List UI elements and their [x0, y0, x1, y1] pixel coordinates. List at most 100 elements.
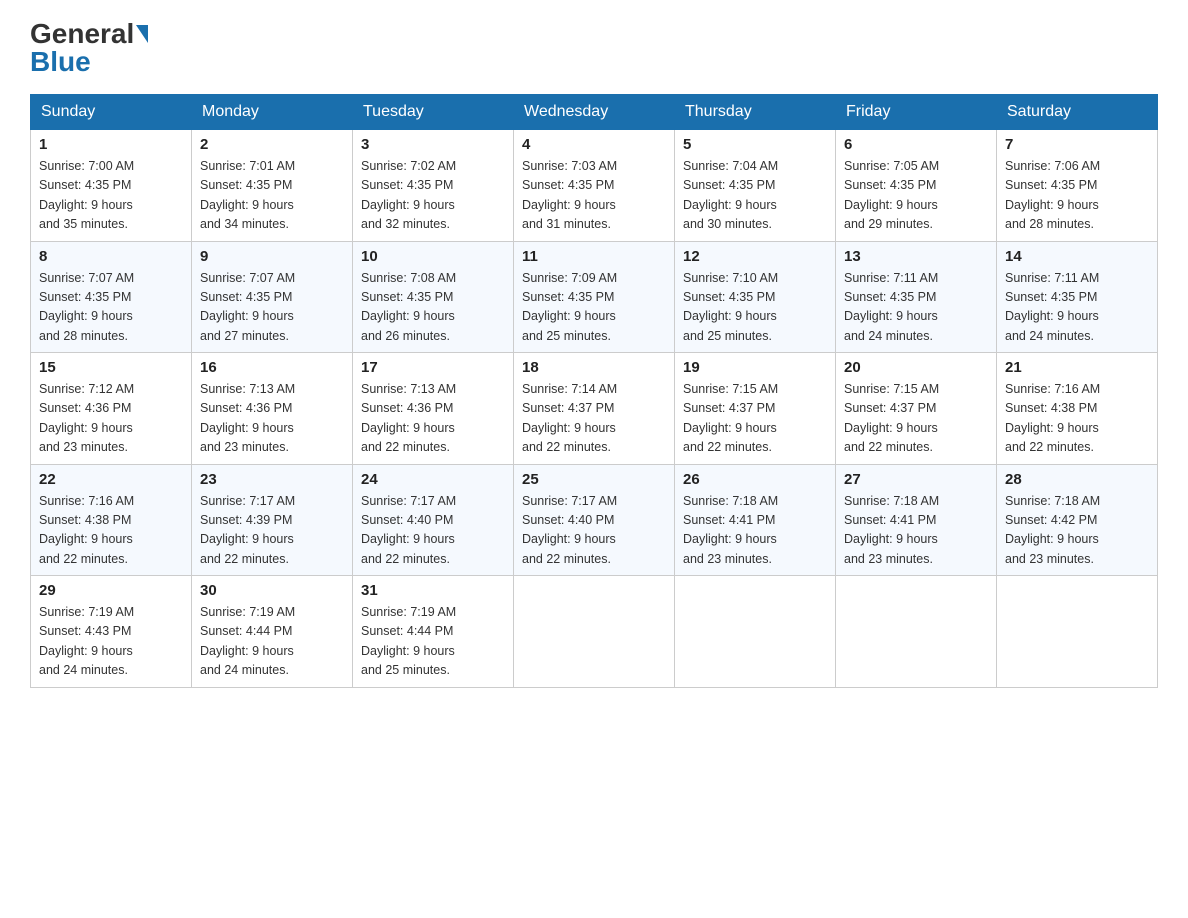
day-info: Sunrise: 7:19 AMSunset: 4:44 PMDaylight:…	[200, 603, 344, 681]
logo: General Blue	[30, 20, 148, 76]
day-info: Sunrise: 7:16 AMSunset: 4:38 PMDaylight:…	[39, 492, 183, 570]
calendar-cell: 20 Sunrise: 7:15 AMSunset: 4:37 PMDaylig…	[836, 353, 997, 465]
day-info: Sunrise: 7:19 AMSunset: 4:43 PMDaylight:…	[39, 603, 183, 681]
calendar-cell: 11 Sunrise: 7:09 AMSunset: 4:35 PMDaylig…	[514, 241, 675, 353]
calendar-cell: 28 Sunrise: 7:18 AMSunset: 4:42 PMDaylig…	[997, 464, 1158, 576]
day-info: Sunrise: 7:18 AMSunset: 4:41 PMDaylight:…	[683, 492, 827, 570]
day-number: 5	[683, 136, 827, 153]
calendar-cell: 30 Sunrise: 7:19 AMSunset: 4:44 PMDaylig…	[192, 576, 353, 688]
day-info: Sunrise: 7:02 AMSunset: 4:35 PMDaylight:…	[361, 157, 505, 235]
calendar-cell: 15 Sunrise: 7:12 AMSunset: 4:36 PMDaylig…	[31, 353, 192, 465]
day-number: 9	[200, 248, 344, 265]
day-info: Sunrise: 7:17 AMSunset: 4:40 PMDaylight:…	[361, 492, 505, 570]
day-info: Sunrise: 7:11 AMSunset: 4:35 PMDaylight:…	[1005, 269, 1149, 347]
calendar-cell: 27 Sunrise: 7:18 AMSunset: 4:41 PMDaylig…	[836, 464, 997, 576]
day-number: 30	[200, 582, 344, 599]
calendar-cell: 4 Sunrise: 7:03 AMSunset: 4:35 PMDayligh…	[514, 130, 675, 242]
calendar-cell: 17 Sunrise: 7:13 AMSunset: 4:36 PMDaylig…	[353, 353, 514, 465]
day-info: Sunrise: 7:07 AMSunset: 4:35 PMDaylight:…	[39, 269, 183, 347]
calendar-cell: 14 Sunrise: 7:11 AMSunset: 4:35 PMDaylig…	[997, 241, 1158, 353]
calendar-cell: 25 Sunrise: 7:17 AMSunset: 4:40 PMDaylig…	[514, 464, 675, 576]
calendar-cell: 5 Sunrise: 7:04 AMSunset: 4:35 PMDayligh…	[675, 130, 836, 242]
day-info: Sunrise: 7:00 AMSunset: 4:35 PMDaylight:…	[39, 157, 183, 235]
day-info: Sunrise: 7:12 AMSunset: 4:36 PMDaylight:…	[39, 380, 183, 458]
day-number: 15	[39, 359, 183, 376]
calendar-week-row: 8 Sunrise: 7:07 AMSunset: 4:35 PMDayligh…	[31, 241, 1158, 353]
calendar-cell: 10 Sunrise: 7:08 AMSunset: 4:35 PMDaylig…	[353, 241, 514, 353]
calendar-cell: 3 Sunrise: 7:02 AMSunset: 4:35 PMDayligh…	[353, 130, 514, 242]
calendar-cell: 8 Sunrise: 7:07 AMSunset: 4:35 PMDayligh…	[31, 241, 192, 353]
calendar-week-row: 15 Sunrise: 7:12 AMSunset: 4:36 PMDaylig…	[31, 353, 1158, 465]
day-info: Sunrise: 7:13 AMSunset: 4:36 PMDaylight:…	[361, 380, 505, 458]
day-number: 8	[39, 248, 183, 265]
day-info: Sunrise: 7:17 AMSunset: 4:39 PMDaylight:…	[200, 492, 344, 570]
calendar-cell: 7 Sunrise: 7:06 AMSunset: 4:35 PMDayligh…	[997, 130, 1158, 242]
calendar-cell: 26 Sunrise: 7:18 AMSunset: 4:41 PMDaylig…	[675, 464, 836, 576]
day-number: 1	[39, 136, 183, 153]
calendar-cell: 9 Sunrise: 7:07 AMSunset: 4:35 PMDayligh…	[192, 241, 353, 353]
day-info: Sunrise: 7:04 AMSunset: 4:35 PMDaylight:…	[683, 157, 827, 235]
calendar-week-row: 29 Sunrise: 7:19 AMSunset: 4:43 PMDaylig…	[31, 576, 1158, 688]
day-number: 13	[844, 248, 988, 265]
calendar-cell	[514, 576, 675, 688]
day-info: Sunrise: 7:13 AMSunset: 4:36 PMDaylight:…	[200, 380, 344, 458]
day-number: 23	[200, 471, 344, 488]
day-number: 19	[683, 359, 827, 376]
calendar-cell: 19 Sunrise: 7:15 AMSunset: 4:37 PMDaylig…	[675, 353, 836, 465]
calendar-cell: 18 Sunrise: 7:14 AMSunset: 4:37 PMDaylig…	[514, 353, 675, 465]
calendar-cell: 31 Sunrise: 7:19 AMSunset: 4:44 PMDaylig…	[353, 576, 514, 688]
day-number: 20	[844, 359, 988, 376]
calendar-cell: 21 Sunrise: 7:16 AMSunset: 4:38 PMDaylig…	[997, 353, 1158, 465]
day-number: 2	[200, 136, 344, 153]
day-info: Sunrise: 7:08 AMSunset: 4:35 PMDaylight:…	[361, 269, 505, 347]
day-info: Sunrise: 7:17 AMSunset: 4:40 PMDaylight:…	[522, 492, 666, 570]
calendar-cell: 29 Sunrise: 7:19 AMSunset: 4:43 PMDaylig…	[31, 576, 192, 688]
day-info: Sunrise: 7:11 AMSunset: 4:35 PMDaylight:…	[844, 269, 988, 347]
day-number: 31	[361, 582, 505, 599]
day-info: Sunrise: 7:03 AMSunset: 4:35 PMDaylight:…	[522, 157, 666, 235]
calendar-cell: 13 Sunrise: 7:11 AMSunset: 4:35 PMDaylig…	[836, 241, 997, 353]
calendar-cell: 1 Sunrise: 7:00 AMSunset: 4:35 PMDayligh…	[31, 130, 192, 242]
day-info: Sunrise: 7:15 AMSunset: 4:37 PMDaylight:…	[844, 380, 988, 458]
calendar-week-row: 1 Sunrise: 7:00 AMSunset: 4:35 PMDayligh…	[31, 130, 1158, 242]
day-number: 10	[361, 248, 505, 265]
day-info: Sunrise: 7:07 AMSunset: 4:35 PMDaylight:…	[200, 269, 344, 347]
day-number: 28	[1005, 471, 1149, 488]
day-number: 22	[39, 471, 183, 488]
column-header-wednesday: Wednesday	[514, 95, 675, 130]
day-info: Sunrise: 7:18 AMSunset: 4:42 PMDaylight:…	[1005, 492, 1149, 570]
day-info: Sunrise: 7:16 AMSunset: 4:38 PMDaylight:…	[1005, 380, 1149, 458]
column-header-monday: Monday	[192, 95, 353, 130]
day-number: 7	[1005, 136, 1149, 153]
day-info: Sunrise: 7:06 AMSunset: 4:35 PMDaylight:…	[1005, 157, 1149, 235]
calendar-cell: 22 Sunrise: 7:16 AMSunset: 4:38 PMDaylig…	[31, 464, 192, 576]
calendar-cell: 6 Sunrise: 7:05 AMSunset: 4:35 PMDayligh…	[836, 130, 997, 242]
day-info: Sunrise: 7:05 AMSunset: 4:35 PMDaylight:…	[844, 157, 988, 235]
day-number: 17	[361, 359, 505, 376]
calendar-table: SundayMondayTuesdayWednesdayThursdayFrid…	[30, 94, 1158, 688]
column-header-thursday: Thursday	[675, 95, 836, 130]
day-info: Sunrise: 7:14 AMSunset: 4:37 PMDaylight:…	[522, 380, 666, 458]
logo-triangle-icon	[136, 25, 148, 43]
day-number: 14	[1005, 248, 1149, 265]
day-info: Sunrise: 7:01 AMSunset: 4:35 PMDaylight:…	[200, 157, 344, 235]
day-info: Sunrise: 7:18 AMSunset: 4:41 PMDaylight:…	[844, 492, 988, 570]
day-number: 3	[361, 136, 505, 153]
calendar-cell: 12 Sunrise: 7:10 AMSunset: 4:35 PMDaylig…	[675, 241, 836, 353]
page-header: General Blue	[30, 20, 1158, 76]
day-number: 25	[522, 471, 666, 488]
day-info: Sunrise: 7:10 AMSunset: 4:35 PMDaylight:…	[683, 269, 827, 347]
day-info: Sunrise: 7:19 AMSunset: 4:44 PMDaylight:…	[361, 603, 505, 681]
column-header-saturday: Saturday	[997, 95, 1158, 130]
calendar-cell: 16 Sunrise: 7:13 AMSunset: 4:36 PMDaylig…	[192, 353, 353, 465]
column-header-friday: Friday	[836, 95, 997, 130]
column-header-tuesday: Tuesday	[353, 95, 514, 130]
day-number: 11	[522, 248, 666, 265]
calendar-cell: 24 Sunrise: 7:17 AMSunset: 4:40 PMDaylig…	[353, 464, 514, 576]
calendar-header-row: SundayMondayTuesdayWednesdayThursdayFrid…	[31, 95, 1158, 130]
calendar-cell: 23 Sunrise: 7:17 AMSunset: 4:39 PMDaylig…	[192, 464, 353, 576]
calendar-cell	[836, 576, 997, 688]
day-number: 24	[361, 471, 505, 488]
day-number: 4	[522, 136, 666, 153]
day-number: 29	[39, 582, 183, 599]
